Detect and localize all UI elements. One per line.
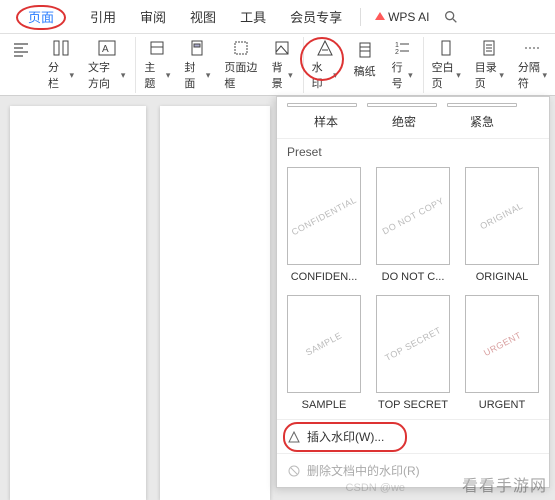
svg-text:A: A: [102, 44, 109, 55]
text-direction-label: 文字方向: [88, 59, 120, 91]
divider: [360, 8, 361, 26]
insert-watermark-label: 插入水印(W)...: [307, 428, 384, 445]
chevron-down-icon: ▾: [166, 70, 171, 81]
cn-preset-thumb[interactable]: [447, 103, 517, 107]
cn-preset-thumb[interactable]: [367, 103, 437, 107]
chevron-down-icon: ▾: [206, 70, 211, 81]
ribbon-watermark[interactable]: 水印▾: [306, 37, 344, 93]
page-border-icon: [230, 39, 252, 57]
ribbon-toc[interactable]: 目录页▾: [469, 37, 510, 93]
en-preset-grid-1: CONFIDENTIAL DO NOT COPY ORIGINAL: [277, 163, 549, 267]
tab-reference[interactable]: 引用: [78, 1, 128, 32]
wps-ai-brand[interactable]: WPS AI: [375, 10, 429, 24]
letter-paper-label: 稿纸: [354, 63, 376, 79]
preset-thumb-confidential[interactable]: CONFIDENTIAL: [287, 167, 361, 265]
align-icon: [10, 39, 32, 61]
ribbon-text-direction[interactable]: A 文字方向▾: [82, 37, 136, 93]
cn-preset-label: 紧急: [443, 113, 521, 130]
footer-brand: 看看手游网: [462, 472, 547, 496]
preset-section-title: Preset: [277, 138, 549, 163]
ribbon-background[interactable]: 背景▾: [266, 37, 304, 93]
preset-label: SAMPLE: [287, 399, 361, 411]
cover-icon: [186, 39, 208, 57]
blank-page-label: 空白页: [432, 59, 456, 91]
preset-thumb-sample[interactable]: SAMPLE: [287, 295, 361, 393]
watermark-insert-icon: [287, 430, 301, 444]
tab-view[interactable]: 视图: [178, 1, 228, 32]
tab-page-label: 页面: [16, 5, 66, 30]
ribbon-line-number[interactable]: 12 行号▾: [386, 37, 424, 93]
theme-label: 主题: [144, 59, 164, 91]
cn-preset-thumb[interactable]: [287, 103, 357, 107]
ribbon-page-border[interactable]: 页面边框: [218, 37, 263, 93]
page-border-label: 页面边框: [224, 59, 257, 91]
separator-icon: [521, 39, 543, 57]
menu-tab-bar: 页面 引用 审阅 视图 工具 会员专享 WPS AI: [0, 0, 555, 34]
chevron-down-icon: ▾: [288, 70, 293, 81]
tab-page[interactable]: 页面: [4, 1, 78, 32]
letter-paper-icon: [354, 39, 376, 61]
document-page-2[interactable]: [160, 106, 270, 500]
ribbon-cover[interactable]: 封面▾: [178, 37, 216, 93]
chevron-down-icon: ▾: [456, 70, 461, 81]
toc-label: 目录页: [475, 59, 499, 91]
wps-ai-label: WPS AI: [388, 10, 429, 24]
ribbon-theme[interactable]: 主题▾: [138, 37, 176, 93]
columns-label: 分栏: [48, 59, 68, 91]
ribbon-align-icon-group[interactable]: [2, 37, 40, 93]
tab-member[interactable]: 会员专享: [278, 1, 354, 32]
wps-ai-icon: [375, 12, 385, 22]
svg-text:1: 1: [395, 42, 399, 49]
search-icon[interactable]: [443, 9, 459, 25]
preset-thumb-urgent[interactable]: URGENT: [465, 295, 539, 393]
preset-thumb-original[interactable]: ORIGINAL: [465, 167, 539, 265]
remove-watermark-label: 删除文档中的水印(R): [307, 462, 420, 479]
preset-label: URGENT: [465, 399, 539, 411]
ribbon-columns[interactable]: 分栏▾: [42, 37, 80, 93]
preset-label: CONFIDEN...: [287, 271, 361, 283]
chevron-down-icon: ▾: [408, 70, 413, 81]
blank-page-icon: [435, 39, 457, 57]
text-direction-icon: A: [96, 39, 118, 57]
tab-tools[interactable]: 工具: [228, 1, 278, 32]
line-number-label: 行号: [392, 59, 407, 91]
cn-preset-label: 绝密: [365, 113, 443, 130]
chevron-down-icon: ▾: [69, 70, 74, 81]
line-number-icon: 12: [391, 39, 413, 57]
columns-icon: [50, 39, 72, 57]
cn-preset-row: [277, 97, 549, 111]
document-page-1[interactable]: [10, 106, 146, 500]
insert-watermark-action[interactable]: 插入水印(W)...: [277, 419, 549, 453]
theme-icon: [146, 39, 168, 57]
toc-icon: [478, 39, 500, 57]
chevron-down-icon: ▾: [121, 70, 126, 81]
background-icon: [271, 39, 293, 57]
preset-thumb-topsecret[interactable]: TOP SECRET: [376, 295, 450, 393]
watermark-dropdown: 样本 绝密 紧急 Preset CONFIDENTIAL DO NOT COPY…: [276, 96, 550, 488]
chevron-down-icon: ▾: [333, 70, 338, 81]
tab-review[interactable]: 审阅: [128, 1, 178, 32]
svg-text:2: 2: [395, 49, 399, 56]
watermark-remove-icon: [287, 464, 301, 478]
ribbon-blank-page[interactable]: 空白页▾: [426, 37, 467, 93]
preset-thumb-donotcopy[interactable]: DO NOT COPY: [376, 167, 450, 265]
chevron-down-icon: ▾: [542, 70, 547, 81]
cn-preset-labels: 样本 绝密 紧急: [277, 111, 549, 138]
watermark-label: 水印: [312, 59, 332, 91]
chevron-down-icon: ▾: [499, 70, 504, 81]
separator-label: 分隔符: [518, 59, 542, 91]
footer-sub: CSDN @we: [346, 482, 405, 494]
preset-label: DO NOT C...: [376, 271, 450, 283]
document-workspace: 样本 绝密 紧急 Preset CONFIDENTIAL DO NOT COPY…: [0, 96, 555, 500]
ribbon-toolbar: 分栏▾ A 文字方向▾ 主题▾ 封面▾ 页面边框 背景▾ 水印▾ 稿纸 12 行…: [0, 34, 555, 96]
en-preset-grid-2: SAMPLE TOP SECRET URGENT: [277, 291, 549, 395]
preset-label: TOP SECRET: [376, 399, 450, 411]
watermark-icon: [314, 39, 336, 57]
ribbon-letter-paper[interactable]: 稿纸: [346, 37, 384, 93]
cover-label: 封面: [184, 59, 204, 91]
preset-label: ORIGINAL: [465, 271, 539, 283]
background-label: 背景: [272, 59, 287, 91]
cn-preset-label: 样本: [287, 113, 365, 130]
ribbon-separator[interactable]: 分隔符▾: [512, 37, 553, 93]
